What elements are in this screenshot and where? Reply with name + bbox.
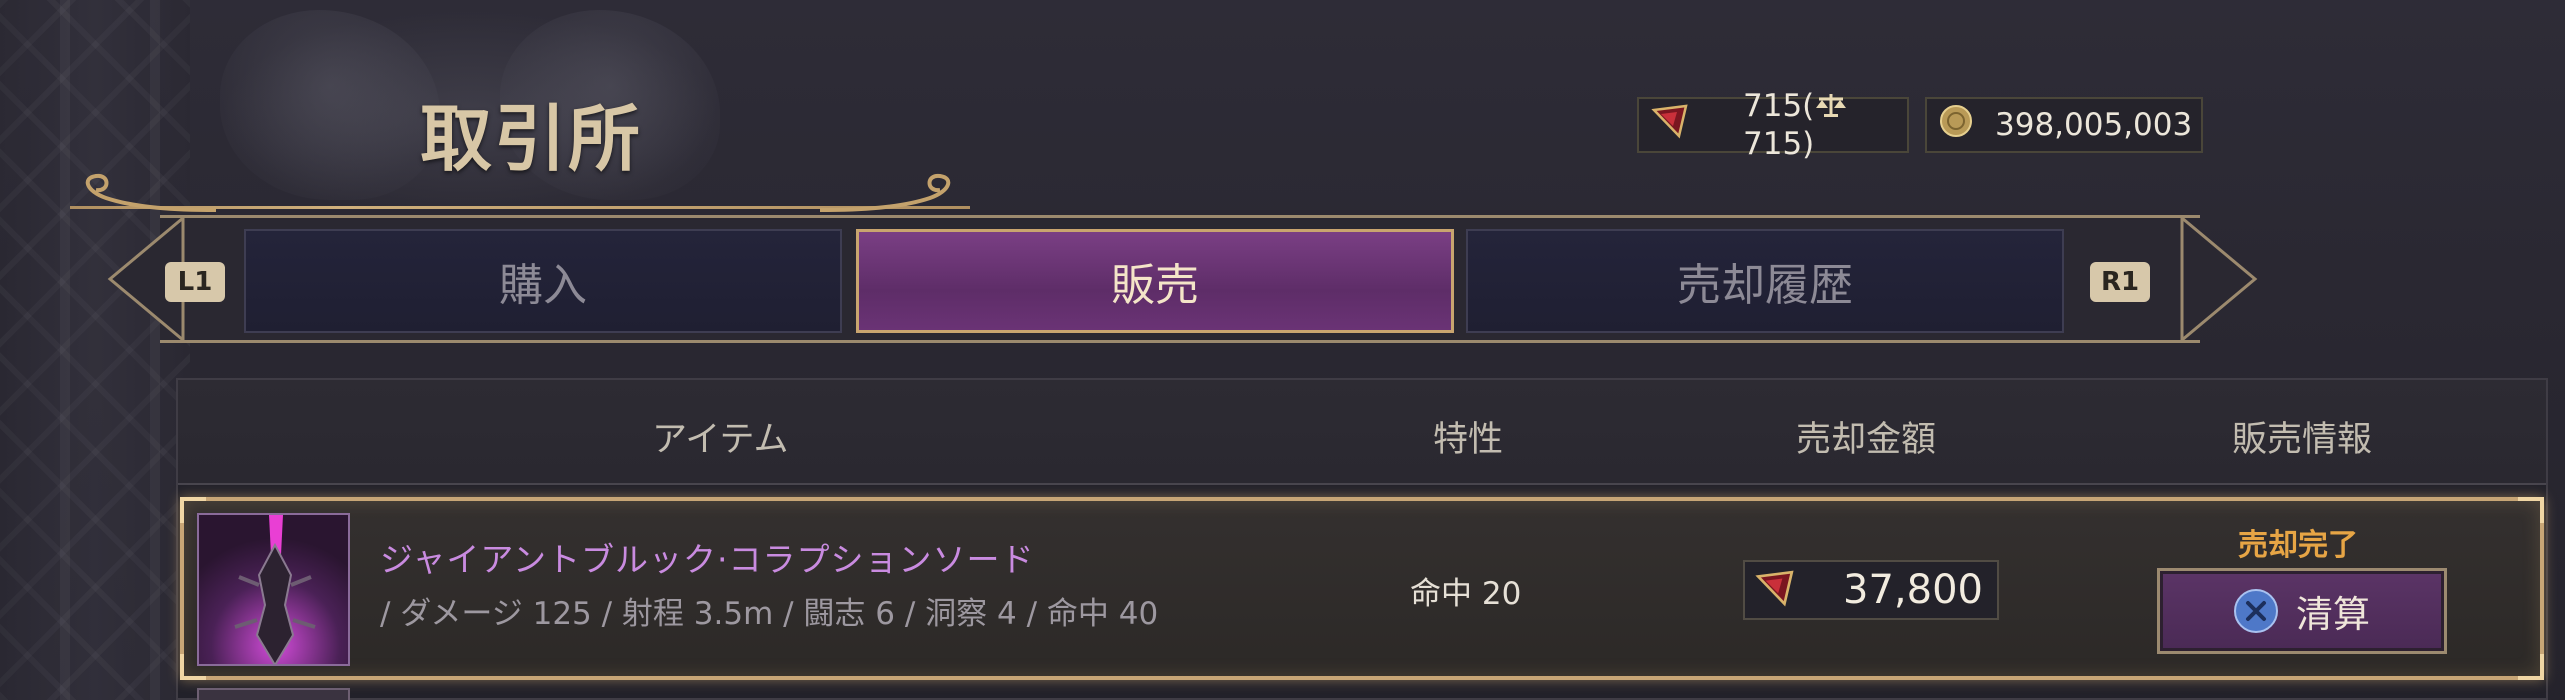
next-item-thumbnail (197, 688, 350, 700)
gem-currency-display: 715(715) (1637, 88, 1909, 162)
gold-currency-display: 398,005,003 (1925, 97, 2203, 153)
gem-tradeable-amount: 715 (1743, 126, 1803, 162)
crest-unicorn-left (220, 10, 440, 200)
row-corner (2518, 654, 2544, 680)
item-stats: / ダメージ 125 / 射程 3.5m / 闘志 6 / 洞察 4 / 命中 … (380, 596, 1159, 632)
header-sale-price: 売却金額 (1796, 420, 1937, 460)
ornament-curl-left (85, 173, 217, 212)
pillar-edge (150, 0, 160, 700)
pillar-edge (60, 0, 70, 700)
gem-icon (1651, 102, 1689, 148)
ornament-curl-right (819, 173, 951, 212)
gem-amount-text: 715(715) (1743, 88, 1907, 162)
gold-coin-icon (1939, 104, 1973, 146)
gold-amount: 398,005,003 (1995, 107, 2193, 143)
header-sale-info: 販売情報 (2232, 420, 2373, 460)
cross-button-icon (2234, 589, 2278, 633)
status-badge: 売却完了 (2238, 528, 2358, 563)
l1-button[interactable]: L1 (165, 262, 225, 302)
tab-sell[interactable]: 販売 (856, 229, 1454, 333)
tab-buy[interactable]: 購入 (244, 229, 842, 333)
item-trait: 命中 20 (1410, 576, 1522, 612)
right-arrow-frame (2180, 215, 2258, 343)
gem-icon (1755, 568, 1795, 612)
header-trait: 特性 (1433, 420, 1504, 460)
item-name: ジャイアントブルック·コラプションソード (380, 540, 1035, 579)
sale-price: 37,800 (1843, 567, 1983, 613)
table-header (178, 380, 2546, 485)
settle-button[interactable]: 清算 (2157, 568, 2447, 654)
decorative-lattice-pillar (0, 0, 190, 700)
sale-price-box: 37,800 (1743, 560, 1999, 620)
row-corner (2518, 497, 2544, 523)
gem-amount: 715 (1743, 88, 1803, 124)
tab-sale-history[interactable]: 売却履歴 (1466, 229, 2064, 333)
r1-button[interactable]: R1 (2090, 262, 2150, 302)
item-thumbnail (197, 513, 350, 666)
settle-button-label: 清算 (2296, 593, 2370, 636)
page-title: 取引所 (420, 97, 643, 181)
scale-icon (1816, 90, 1847, 126)
header-item: アイテム (652, 420, 789, 460)
sword-icon (199, 515, 348, 664)
